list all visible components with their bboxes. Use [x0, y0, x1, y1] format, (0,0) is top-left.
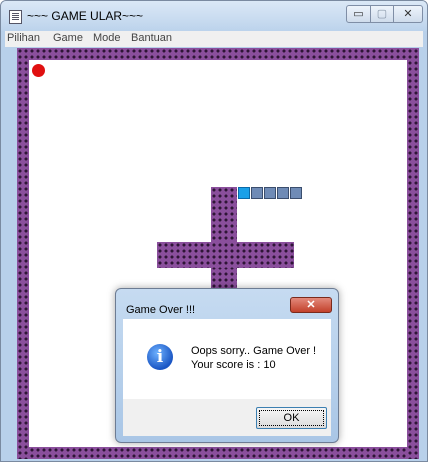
dialog-message: Oops sorry.. Game Over ! — [191, 345, 317, 357]
wall-top — [17, 48, 419, 60]
app-icon[interactable] — [9, 10, 22, 24]
maximize-button[interactable]: ▢ — [370, 5, 394, 23]
wall-bottom — [17, 447, 419, 459]
minimize-button[interactable]: ▭ — [346, 5, 371, 23]
wall-right — [407, 48, 419, 459]
menu-bantuan[interactable]: Bantuan — [131, 32, 172, 44]
snake-head — [238, 187, 250, 199]
menu-game[interactable]: Game — [53, 32, 83, 44]
dialog-body: i Oops sorry.. Game Over ! Your score is… — [123, 319, 331, 436]
title-bar[interactable]: ~~~ GAME ULAR~~~ ▭ ▢ ✕ — [1, 1, 427, 31]
snake-segment — [264, 187, 276, 199]
dialog-title: Game Over !!! — [126, 304, 196, 316]
score-text: Your score is : 10 — [191, 359, 276, 371]
game-window: ~~~ GAME ULAR~~~ ▭ ▢ ✕ Pilihan Game Mode… — [0, 0, 428, 462]
menu-pilihan[interactable]: Pilihan — [7, 32, 40, 44]
game-over-dialog: Game Over !!! ✕ i Oops sorry.. Game Over… — [115, 288, 339, 443]
info-icon: i — [147, 344, 173, 370]
dialog-close-button[interactable]: ✕ — [290, 297, 332, 313]
snake-segment — [290, 187, 302, 199]
window-title: ~~~ GAME ULAR~~~ — [27, 9, 144, 23]
wall-left — [17, 48, 29, 459]
snake-segment — [251, 187, 263, 199]
menu-bar: Pilihan Game Mode Bantuan — [5, 31, 423, 47]
close-button[interactable]: ✕ — [393, 5, 423, 23]
food-apple — [32, 64, 45, 77]
obstacle-horizontal — [157, 242, 294, 268]
dialog-footer: OK — [123, 399, 331, 436]
ok-button[interactable]: OK — [256, 407, 327, 429]
snake-segment — [277, 187, 289, 199]
menu-mode[interactable]: Mode — [93, 32, 121, 44]
